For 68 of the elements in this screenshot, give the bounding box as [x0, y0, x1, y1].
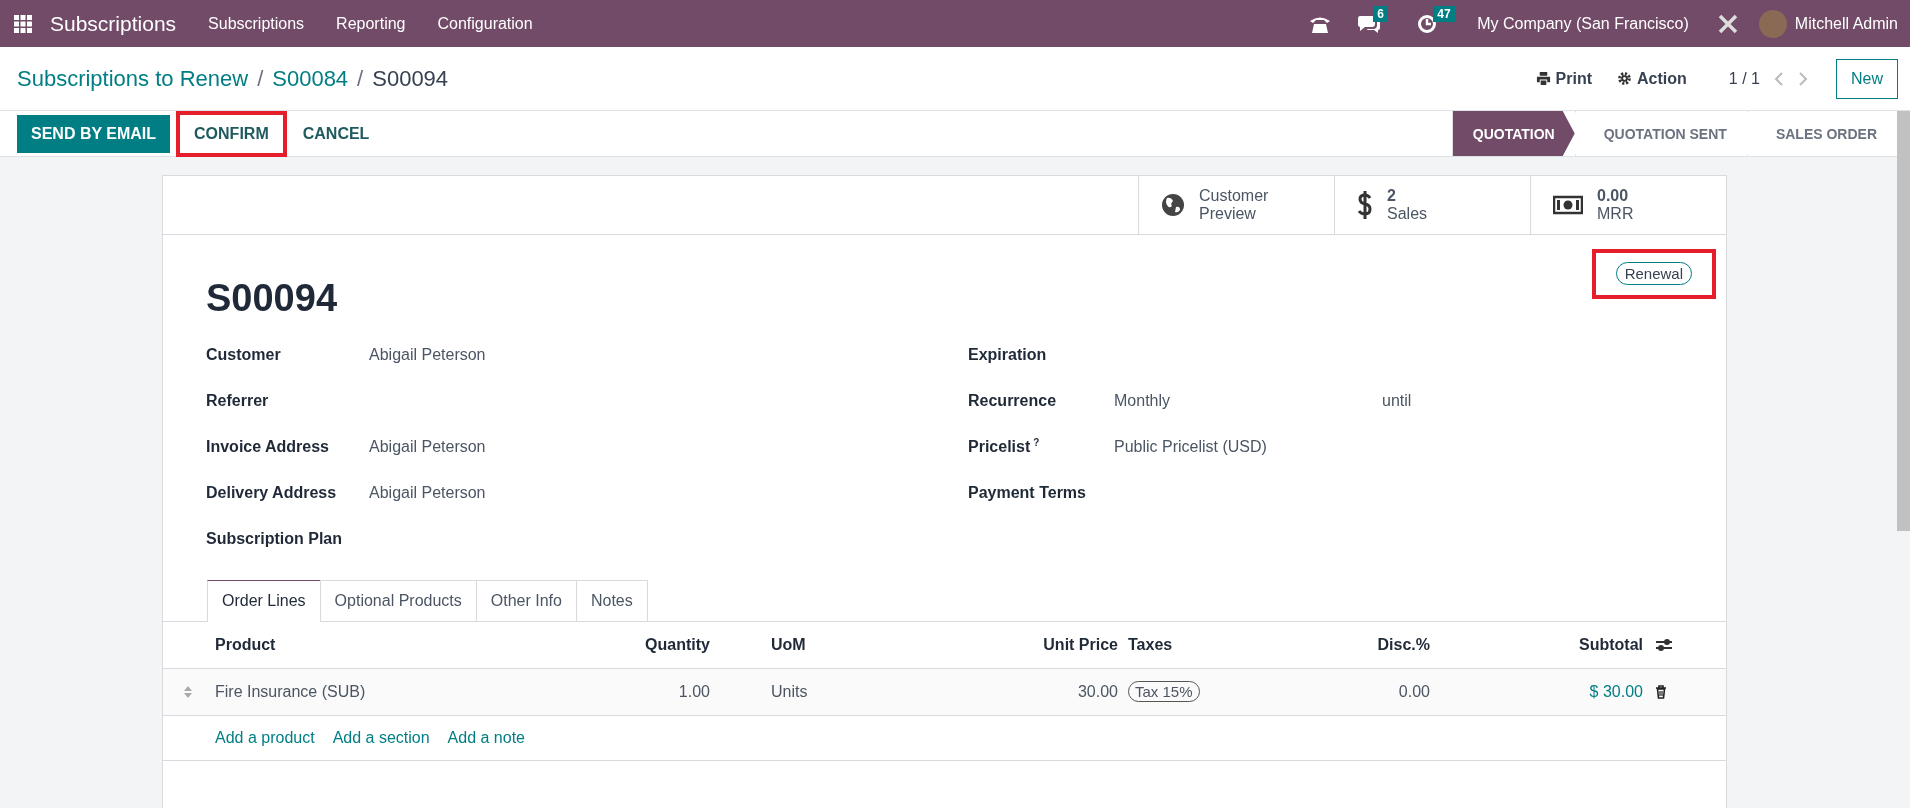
add-line-link[interactable]: Add a product	[215, 729, 315, 747]
column-settings-icon[interactable]	[1655, 638, 1673, 652]
gear-icon	[1617, 71, 1633, 86]
field-value[interactable]: Abigail Peterson	[369, 438, 486, 456]
breadcrumb-separator: /	[257, 65, 264, 92]
menu-item[interactable]: Reporting	[336, 14, 406, 33]
action-button[interactable]: Action	[1617, 69, 1687, 88]
add-line-link[interactable]: Add a section	[332, 729, 430, 747]
table-cell-text: 0.00	[1397, 683, 1430, 701]
add-line-link[interactable]: Add a note	[447, 729, 525, 747]
table-cell-text: 30.00	[1076, 683, 1118, 701]
menu-item[interactable]: Subscriptions	[208, 14, 305, 33]
field-label: Delivery Address	[206, 484, 338, 502]
field-label: Subscription Plan	[206, 530, 343, 548]
field-label: Pricelist $^{?}$	[968, 437, 1041, 457]
smart-button[interactable]: 0.00 MRR	[1530, 176, 1726, 234]
table-cell-text: Fire Insurance (SUB)	[214, 683, 367, 701]
column-header[interactable]: Disc.%	[1263, 636, 1430, 654]
field-label: Customer	[206, 346, 282, 364]
new-button[interactable]: New	[1836, 58, 1898, 99]
menu-item[interactable]: Configuration	[437, 14, 533, 33]
field-value[interactable]: Public Pricelist (USD)	[1114, 438, 1382, 456]
field-value[interactable]: Monthly	[1114, 392, 1382, 410]
scrollbar[interactable]	[1897, 111, 1910, 531]
drag-handle-icon[interactable]	[183, 685, 193, 699]
column-header[interactable]: Product	[211, 636, 536, 654]
subtotal-cell-text: $ 30.00	[1588, 683, 1643, 701]
column-header[interactable]: Subtotal	[1430, 636, 1643, 654]
globe-icon	[1161, 193, 1185, 217]
print-button[interactable]: Print	[1535, 69, 1593, 88]
money-bill-icon	[1553, 195, 1583, 215]
action-button[interactable]: SEND BY EMAIL	[17, 114, 171, 153]
field-label: Expiration	[968, 346, 1048, 364]
field-label: Payment Terms	[968, 484, 1087, 502]
field-label: Recurrence	[968, 392, 1058, 410]
field-label: Invoice Address	[206, 438, 330, 456]
column-header[interactable]: Unit Price	[930, 636, 1118, 654]
breadcrumb-separator: /	[357, 65, 364, 92]
company-switcher[interactable]: My Company (San Francisco)	[1477, 14, 1689, 33]
message-count-badge: 6	[1373, 5, 1388, 22]
record-title: S00094	[206, 277, 337, 320]
apps-grid-icon[interactable]	[14, 14, 32, 33]
tab[interactable]: Notes	[575, 580, 648, 621]
smart-button[interactable]: 2 Sales	[1334, 176, 1530, 234]
field-value[interactable]: Abigail Peterson	[369, 484, 486, 502]
user-name[interactable]: Mitchell Admin	[1794, 14, 1898, 33]
field-label: until	[1382, 392, 1412, 410]
breadcrumb-item[interactable]: Subscriptions to Renew	[17, 65, 249, 92]
pager-value[interactable]: 1 / 1	[1728, 69, 1760, 88]
dollar-icon	[1357, 190, 1373, 220]
column-header[interactable]: UoM	[710, 636, 930, 654]
field-label: Referrer	[206, 392, 270, 410]
printer-icon	[1535, 71, 1551, 86]
trash-icon[interactable]	[1655, 685, 1667, 699]
activity-count-badge: 47	[1433, 5, 1455, 22]
field-value[interactable]: Abigail Peterson	[369, 346, 486, 364]
smart-button[interactable]: Customer Preview	[1138, 176, 1334, 234]
table-cell-text: Units	[770, 683, 809, 701]
app-name[interactable]: Subscriptions	[50, 11, 177, 36]
breadcrumb-item[interactable]: S00084	[272, 65, 349, 92]
column-header[interactable]: Taxes	[1118, 636, 1263, 654]
action-button[interactable]: CANCEL	[288, 114, 384, 153]
column-header[interactable]: Quantity	[536, 636, 710, 654]
tab[interactable]: Order Lines	[207, 580, 321, 622]
clock-icon[interactable]	[1417, 13, 1438, 34]
table-cell-text: 1.00	[677, 683, 710, 701]
status-stage[interactable]: QUOTATION	[1451, 111, 1575, 156]
breadcrumb-item: S00094	[372, 65, 449, 92]
